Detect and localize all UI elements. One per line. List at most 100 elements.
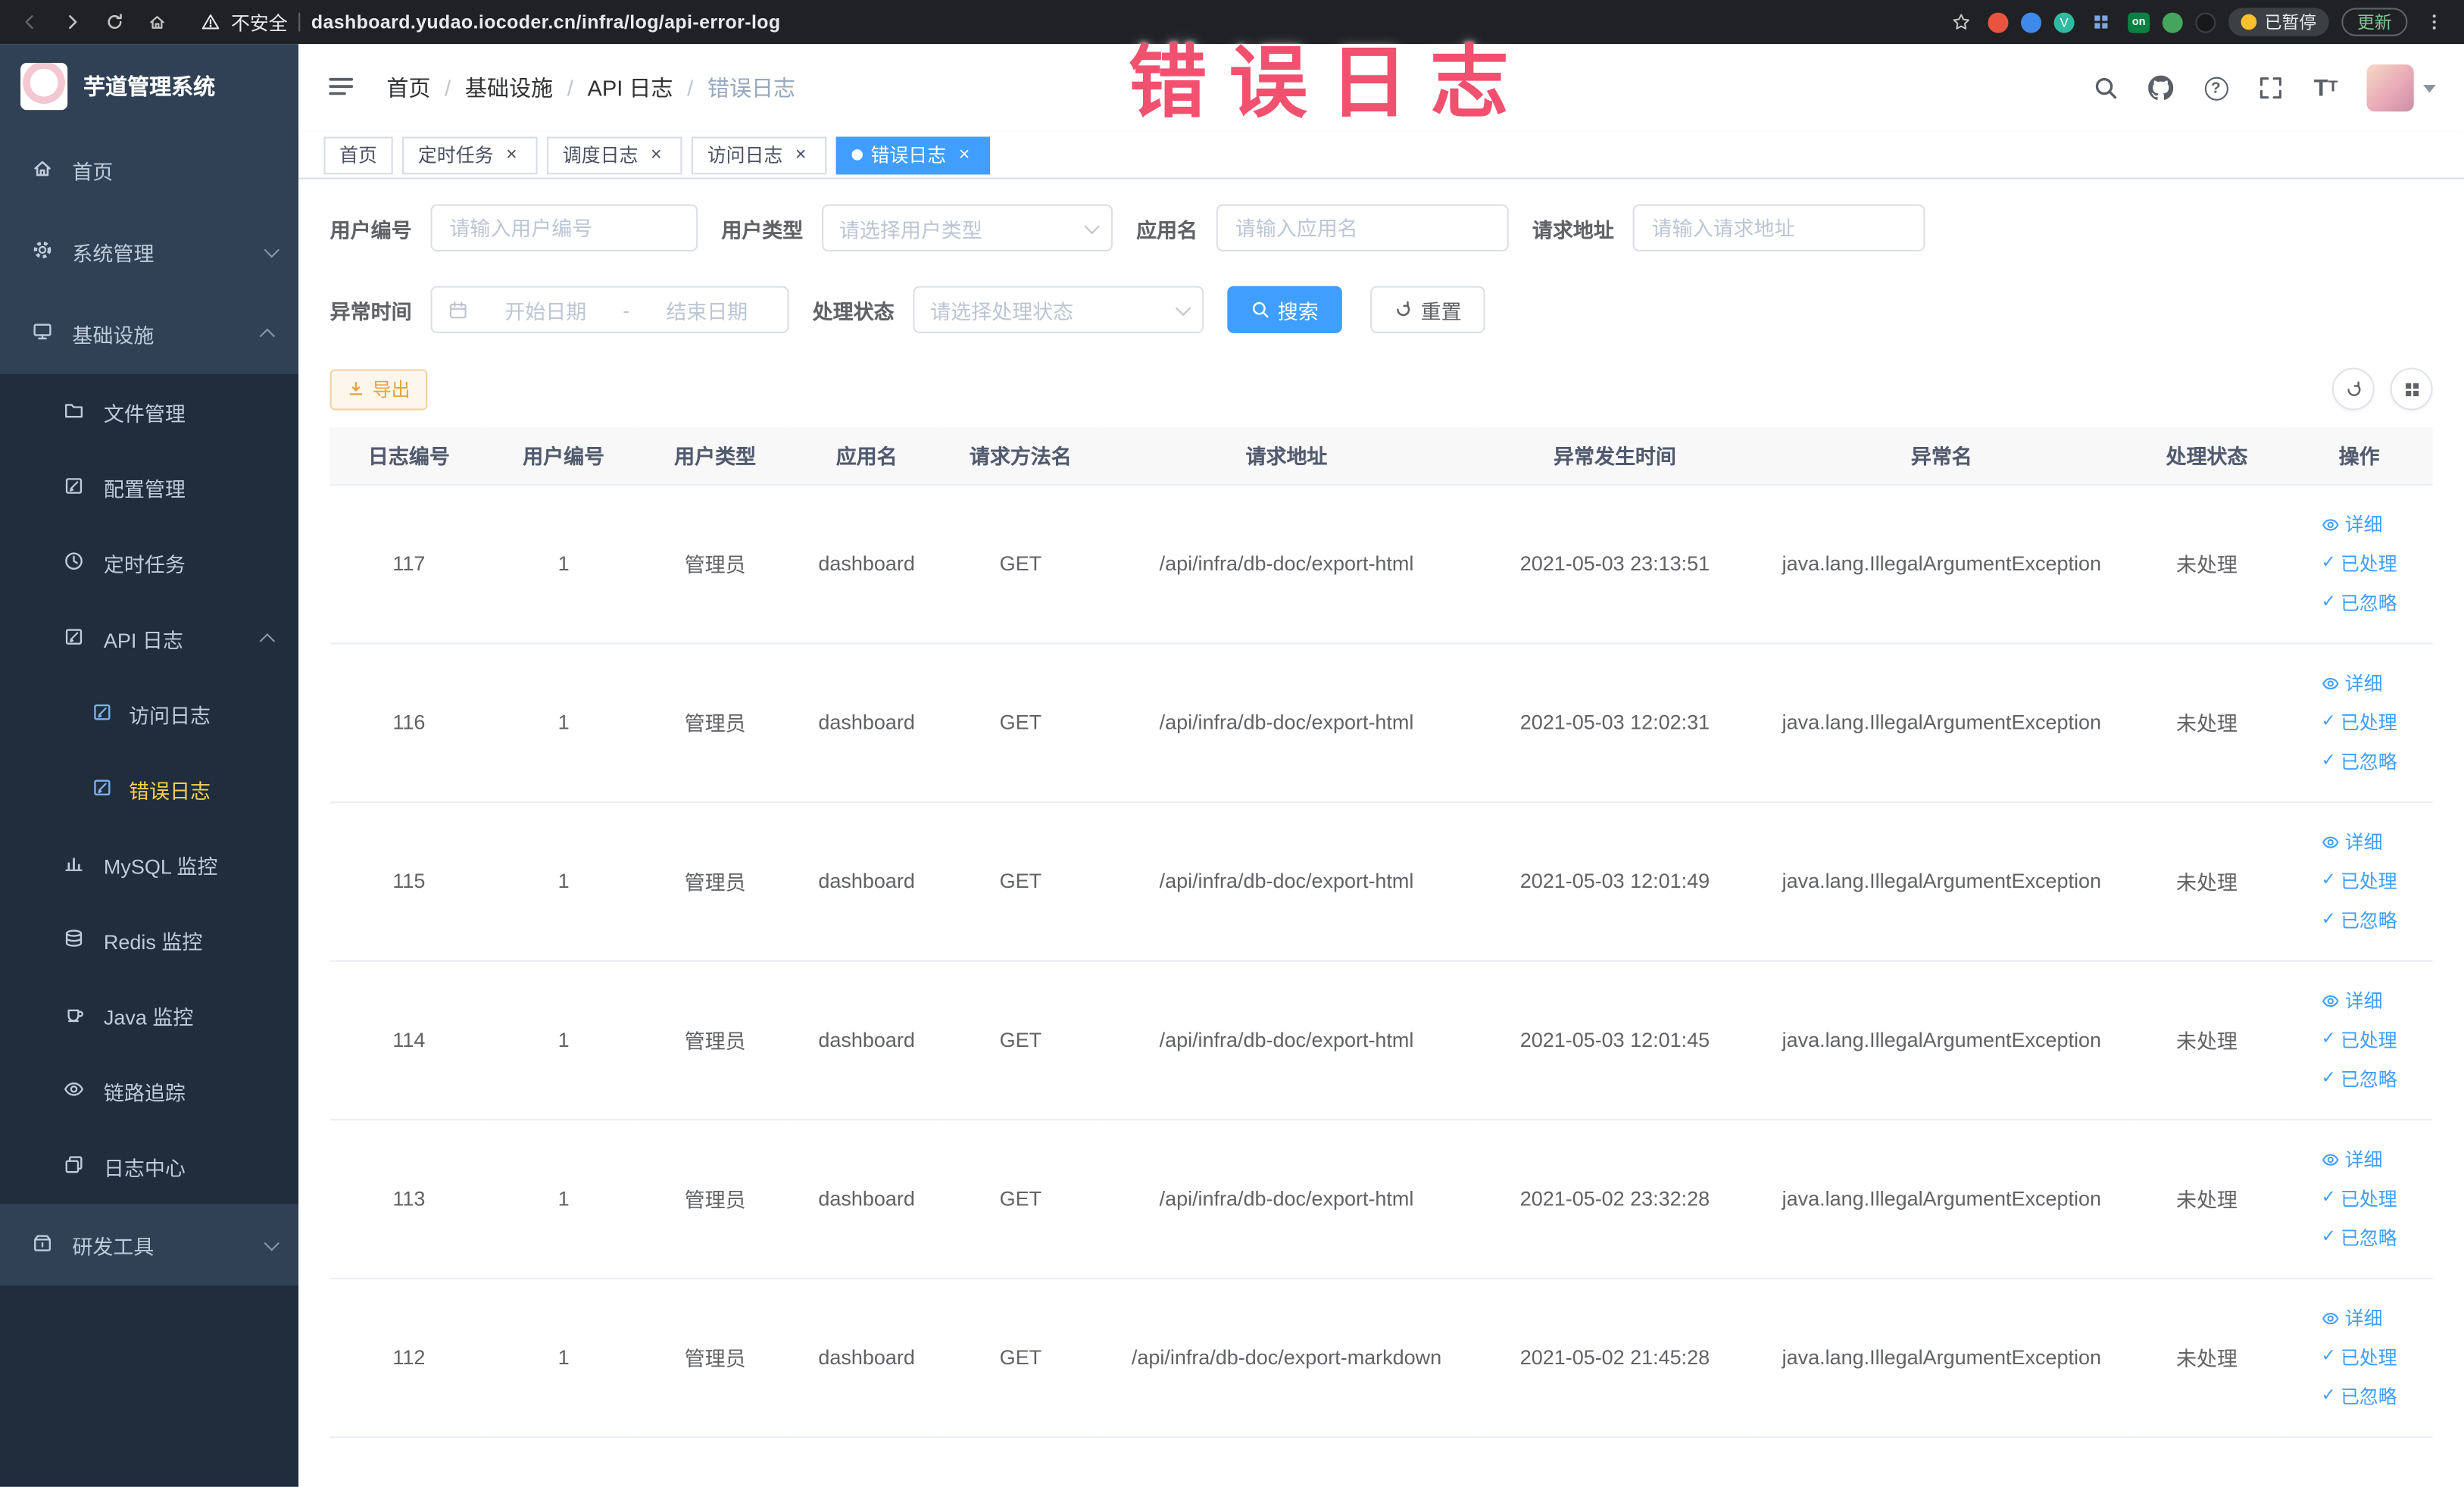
close-tab-icon[interactable]: × xyxy=(954,144,975,165)
extension-icon-paw[interactable] xyxy=(2195,11,2216,33)
hamburger-icon[interactable] xyxy=(327,72,358,103)
help-icon[interactable]: ? xyxy=(2202,74,2230,102)
sidebar-filler xyxy=(0,1286,299,1487)
extension-icon-grid[interactable] xyxy=(2087,8,2115,36)
mark-processed-link[interactable]: ✓ 已处理 xyxy=(2322,867,2397,894)
cell-user-type: 管理员 xyxy=(639,484,792,644)
sidebar-item-error-logs[interactable]: 错误日志 xyxy=(0,751,298,827)
mark-ignored-link[interactable]: ✓ 已忽略 xyxy=(2322,1224,2397,1251)
fullscreen-icon[interactable] xyxy=(2256,74,2284,102)
mark-processed-link[interactable]: ✓ 已处理 xyxy=(2322,1185,2397,1211)
extension-icon-green[interactable] xyxy=(2162,11,2183,33)
check-icon: ✓ xyxy=(2321,870,2336,890)
sidebar-item-mysql-monitor[interactable]: MySQL 监控 xyxy=(0,826,298,902)
filter-row-2: 异常时间 开始日期 - 结束日期 处理状态 请选择处理状态 搜索 重置 xyxy=(330,286,2433,333)
browser-back-button[interactable] xyxy=(16,8,44,36)
breadcrumb-item[interactable]: 基础设施 xyxy=(465,72,553,103)
cell-method: GET xyxy=(942,484,1099,644)
close-tab-icon[interactable]: × xyxy=(646,144,667,165)
url-text[interactable]: dashboard.yudao.iocoder.cn/infra/log/api… xyxy=(311,11,781,33)
paused-badge[interactable]: 已暂停 xyxy=(2228,8,2329,36)
column-header: 请求方法名 xyxy=(942,427,1099,486)
cell-status: 未处理 xyxy=(2128,1277,2286,1438)
cell-user-type: 管理员 xyxy=(639,642,792,803)
sidebar-item-system-management[interactable]: 系统管理 xyxy=(0,211,298,292)
filter-label: 异常时间 xyxy=(329,299,412,323)
caret-down-icon xyxy=(2423,83,2436,92)
sidebar-item-api-logs[interactable]: API 日志 xyxy=(0,601,298,676)
detail-link[interactable]: 详细 xyxy=(2322,1304,2383,1331)
table-row: 115 1 管理员 dashboard GET /api/infra/db-do… xyxy=(329,801,2433,961)
tab-dispatch-logs[interactable]: 调度日志 × xyxy=(547,136,682,174)
column-settings-button[interactable] xyxy=(2390,367,2433,411)
app-name-input[interactable] xyxy=(1216,204,1509,251)
navbar-right-tools: ? TT xyxy=(2091,64,2436,112)
tab-access-logs[interactable]: 访问日志 × xyxy=(691,136,827,174)
refresh-button[interactable] xyxy=(2331,367,2375,411)
sidebar-item-access-logs[interactable]: 访问日志 xyxy=(0,676,298,751)
detail-link[interactable]: 详细 xyxy=(2322,511,2383,537)
sidebar-item-dev-tools[interactable]: 研发工具 xyxy=(0,1204,298,1286)
sidebar-item-home[interactable]: 首页 xyxy=(0,129,298,211)
user-id-input[interactable] xyxy=(430,204,698,251)
extension-icon-vue[interactable]: V xyxy=(2053,11,2075,33)
sidebar-item-java-monitor[interactable]: Java 监控 xyxy=(0,977,298,1053)
filter-row-1: 用户编号 用户类型 请选择用户类型 应用名 xyxy=(330,204,2433,251)
mark-ignored-link[interactable]: ✓ 已忽略 xyxy=(2322,748,2397,775)
sidebar-item-infrastructure[interactable]: 基础设施 xyxy=(0,292,298,374)
detail-link[interactable]: 详细 xyxy=(2322,1145,2383,1172)
process-status-select[interactable]: 请选择处理状态 xyxy=(913,286,1204,333)
sidebar-item-config-management[interactable]: 配置管理 xyxy=(0,449,298,525)
mark-processed-link[interactable]: ✓ 已处理 xyxy=(2322,550,2397,576)
detail-link[interactable]: 详细 xyxy=(2322,670,2383,696)
breadcrumb-item[interactable]: API 日志 xyxy=(587,72,673,103)
search-button[interactable]: 搜索 xyxy=(1227,286,1342,333)
user-type-select[interactable]: 请选择用户类型 xyxy=(822,204,1113,251)
app-logo[interactable]: 芋道管理系统 xyxy=(0,44,298,129)
request-url-input[interactable] xyxy=(1632,204,1925,251)
coffee-cup-icon xyxy=(63,1003,88,1028)
sidebar-item-redis-monitor[interactable]: Redis 监控 xyxy=(0,902,298,978)
sidebar-item-file-management[interactable]: 文件管理 xyxy=(0,374,298,450)
mark-ignored-link[interactable]: ✓ 已忽略 xyxy=(2322,1383,2397,1410)
table-row: 117 1 管理员 dashboard GET /api/infra/db-do… xyxy=(329,484,2433,644)
mark-processed-link[interactable]: ✓ 已处理 xyxy=(2322,1344,2397,1370)
sidebar-item-link-tracing[interactable]: 链路追踪 xyxy=(0,1053,298,1129)
sidebar-item-label: Java 监控 xyxy=(103,1004,194,1029)
font-size-icon[interactable]: TT xyxy=(2312,74,2340,102)
extension-icon-on[interactable]: on xyxy=(2128,11,2150,33)
detail-link[interactable]: 详细 xyxy=(2322,987,2383,1014)
mark-ignored-link[interactable]: ✓ 已忽略 xyxy=(2322,907,2397,933)
github-icon[interactable] xyxy=(2147,74,2175,102)
mark-ignored-link[interactable]: ✓ 已忽略 xyxy=(2322,1066,2397,1092)
browser-forward-button[interactable] xyxy=(58,8,86,36)
date-range-picker[interactable]: 开始日期 - 结束日期 xyxy=(430,286,789,333)
cell-method: GET xyxy=(942,1277,1099,1438)
browser-menu-icon[interactable] xyxy=(2420,8,2448,36)
export-button[interactable]: 导出 xyxy=(329,368,428,410)
sidebar-item-scheduled-tasks[interactable]: 定时任务 xyxy=(0,525,298,601)
tab-scheduled-tasks[interactable]: 定时任务 × xyxy=(402,136,538,174)
address-bar[interactable]: 不安全 dashboard.yudao.iocoder.cn/infra/log… xyxy=(201,8,781,35)
mark-processed-link[interactable]: ✓ 已处理 xyxy=(2322,1026,2397,1053)
bookmark-star-icon[interactable] xyxy=(1947,8,1975,36)
tab-error-logs[interactable]: 错误日志 × xyxy=(835,136,991,174)
sidebar-item-log-center[interactable]: 日志中心 xyxy=(0,1129,298,1204)
user-menu[interactable] xyxy=(2366,64,2436,112)
mark-ignored-link[interactable]: ✓ 已忽略 xyxy=(2322,589,2397,616)
close-tab-icon[interactable]: × xyxy=(791,144,811,165)
reset-button[interactable]: 重置 xyxy=(1370,286,1485,333)
mark-processed-link[interactable]: ✓ 已处理 xyxy=(2322,709,2397,736)
tab-home[interactable]: 首页 xyxy=(323,136,393,174)
detail-link[interactable]: 详细 xyxy=(2322,828,2383,854)
table-row: 112 1 管理员 dashboard GET /api/infra/db-do… xyxy=(329,1277,2433,1438)
browser-reload-button[interactable] xyxy=(101,8,129,36)
browser-update-button[interactable]: 更新 xyxy=(2341,8,2408,36)
cell-exception-time: 2021-05-02 21:45:28 xyxy=(1474,1277,1756,1438)
search-icon[interactable] xyxy=(2091,74,2119,102)
close-tab-icon[interactable]: × xyxy=(501,144,522,165)
extension-icon-red[interactable] xyxy=(1988,11,2009,33)
breadcrumb-item[interactable]: 首页 xyxy=(386,72,430,103)
browser-home-button[interactable] xyxy=(143,8,171,36)
extension-icon-blue[interactable] xyxy=(2021,11,2042,33)
